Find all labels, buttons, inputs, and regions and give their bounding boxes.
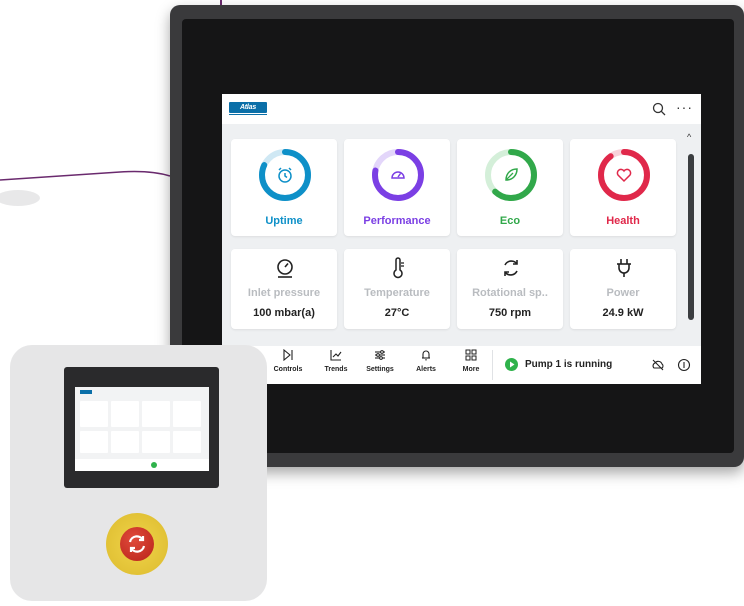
thermometer-icon xyxy=(393,257,404,279)
mini-card xyxy=(111,401,139,427)
measurement-value: 27°C xyxy=(384,307,410,319)
scrollbar-thumb[interactable] xyxy=(688,154,694,320)
running-status-icon xyxy=(505,358,518,371)
measurement-value: 24.9 kW xyxy=(602,307,644,319)
nav-label: Alerts xyxy=(416,366,436,373)
clock-icon xyxy=(278,167,292,183)
mini-hmi-screen xyxy=(75,387,209,471)
logo-underline xyxy=(229,114,267,115)
measurement-card-inlet-pressure[interactable]: Inlet pressure 100 mbar(a) xyxy=(231,249,337,329)
bell-icon xyxy=(422,350,430,361)
pump-status-text: Pump 1 is running xyxy=(525,359,613,370)
measurement-label: Rotational sp.. xyxy=(472,287,548,299)
nav-item-settings[interactable]: Settings xyxy=(359,349,401,383)
heart-icon xyxy=(616,168,632,183)
mini-card xyxy=(173,401,201,427)
measurement-value: 750 rpm xyxy=(488,307,532,319)
measurement-value: 100 mbar(a) xyxy=(253,307,315,319)
measurement-label: Temperature xyxy=(364,287,430,299)
hmi-screen: Atlas Copco ··· Uptime Performance Eco H… xyxy=(222,94,701,384)
kpi-card-performance[interactable]: Performance xyxy=(344,139,450,236)
nav-label: Trends xyxy=(324,366,348,373)
nav-item-alerts[interactable]: Alerts xyxy=(405,349,447,383)
mini-logo xyxy=(80,390,92,394)
nav-divider xyxy=(492,350,493,380)
mini-card xyxy=(173,431,201,453)
cloud-off-icon[interactable] xyxy=(651,358,665,372)
mini-card xyxy=(111,431,139,453)
kpi-card-uptime[interactable]: Uptime xyxy=(231,139,337,236)
measurement-label: Inlet pressure xyxy=(247,287,321,299)
info-timer-icon[interactable] xyxy=(677,358,691,372)
decorative-curve xyxy=(0,170,171,206)
nav-item-trends[interactable]: Trends xyxy=(315,349,357,383)
pressure-gauge-icon xyxy=(277,259,293,278)
atlas-copco-logo: Atlas Copco xyxy=(229,102,267,122)
nav-item-controls[interactable]: Controls xyxy=(267,349,309,383)
top-bar: Atlas Copco ··· xyxy=(222,94,701,124)
kpi-label: Health xyxy=(606,215,640,227)
kpi-card-health[interactable]: Health xyxy=(570,139,676,236)
scroll-up-icon[interactable]: ^ xyxy=(687,132,691,142)
mini-status-dot xyxy=(151,462,157,468)
nav-label: Settings xyxy=(366,366,394,373)
mini-card xyxy=(80,401,108,427)
reset-arrows-icon xyxy=(128,535,146,553)
nav-item-more[interactable]: More xyxy=(450,349,492,383)
kpi-label: Eco xyxy=(499,215,521,227)
mini-card xyxy=(142,431,170,453)
grid-icon xyxy=(465,349,477,361)
emergency-stop-button[interactable] xyxy=(120,527,154,561)
sliders-icon xyxy=(375,350,385,360)
measurement-card-power[interactable]: Power 24.9 kW xyxy=(570,249,676,329)
kpi-label: Uptime xyxy=(265,215,303,227)
leaf-icon xyxy=(505,168,518,181)
measurement-label: Power xyxy=(606,287,640,299)
mini-nav-bar xyxy=(75,459,209,471)
search-icon[interactable] xyxy=(652,102,666,116)
enclosure-photo xyxy=(10,345,267,601)
more-menu-icon[interactable]: ··· xyxy=(676,99,693,115)
bottom-nav-bar: Controls Trends Settings Alerts More Pum… xyxy=(222,346,701,384)
measurement-card-rotational-speed[interactable]: Rotational sp.. 750 rpm xyxy=(457,249,563,329)
play-pause-icon xyxy=(283,349,293,361)
measurement-card-temperature[interactable]: Temperature 27°C xyxy=(344,249,450,329)
nav-label: Controls xyxy=(273,366,303,373)
kpi-card-eco[interactable]: Eco xyxy=(457,139,563,236)
mini-card xyxy=(80,431,108,453)
chart-icon xyxy=(330,350,342,361)
mini-card xyxy=(142,401,170,427)
kpi-label: Performance xyxy=(363,215,431,227)
plug-icon xyxy=(617,259,631,277)
rotation-icon xyxy=(504,260,518,276)
nav-label: More xyxy=(462,366,480,373)
gauge-icon xyxy=(391,171,405,179)
